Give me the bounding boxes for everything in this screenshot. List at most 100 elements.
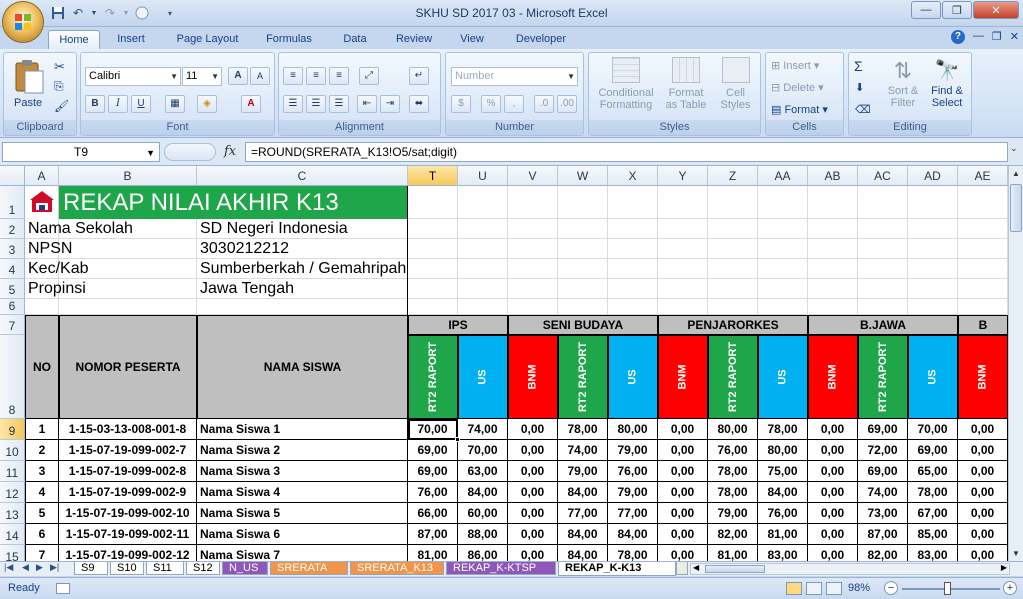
column-header[interactable]: AC — [858, 166, 908, 186]
tab-formulas[interactable]: Formulas — [256, 30, 322, 49]
name-box[interactable]: T9 ▼ — [2, 142, 160, 162]
insert-sheet-icon[interactable] — [676, 562, 688, 575]
score-cell[interactable]: 0,00 — [958, 524, 1008, 545]
sheet-tab[interactable]: S10 — [110, 562, 144, 575]
row-header[interactable]: 13 — [0, 503, 25, 524]
score-cell[interactable]: 0,00 — [508, 503, 558, 524]
score-cell[interactable]: 74,00 — [458, 419, 508, 440]
fill-handle[interactable] — [455, 437, 460, 442]
normal-view-icon[interactable] — [786, 582, 802, 595]
format-as-table-button[interactable]: Format as Table — [661, 57, 711, 117]
align-right-icon[interactable]: ☰ — [329, 95, 349, 113]
sheet-nav-last-icon[interactable]: ▶| — [50, 562, 59, 573]
row-header[interactable]: 5 — [0, 279, 25, 299]
row-header[interactable]: 3 — [0, 239, 25, 259]
ribbon-close-icon[interactable]: ✕ — [1010, 30, 1019, 44]
sheet-tab[interactable]: S12 — [186, 562, 220, 575]
row-header[interactable]: 10 — [0, 440, 25, 461]
font-size-combo[interactable]: 11 ▼ — [182, 67, 222, 86]
score-cell[interactable]: 0,00 — [508, 440, 558, 461]
score-cell[interactable]: 82,00 — [708, 524, 758, 545]
grow-font-button[interactable]: A — [228, 67, 248, 85]
score-cell[interactable]: 0,00 — [808, 503, 858, 524]
score-cell[interactable]: 78,00 — [558, 419, 608, 440]
score-cell[interactable]: 86,00 — [458, 545, 508, 561]
align-top-icon[interactable]: ≡ — [283, 67, 303, 85]
zoom-level[interactable]: 98% — [848, 582, 870, 594]
autosum-icon[interactable]: Σ — [854, 58, 863, 74]
score-cell[interactable]: 79,00 — [608, 440, 658, 461]
column-header[interactable]: X — [608, 166, 658, 186]
orientation-icon[interactable]: ⤢ — [359, 67, 379, 85]
sheet-nav-next-icon[interactable]: ▶ — [36, 562, 43, 573]
score-cell[interactable]: 0,00 — [658, 545, 708, 561]
sheet-nav-first-icon[interactable]: |◀ — [4, 562, 13, 573]
score-cell[interactable]: 83,00 — [908, 545, 958, 561]
score-cell[interactable]: 67,00 — [908, 503, 958, 524]
row-header[interactable]: 1 — [0, 186, 25, 219]
scroll-right-icon[interactable]: ▶ — [1001, 563, 1007, 572]
row-header[interactable]: 12 — [0, 482, 25, 503]
align-bottom-icon[interactable]: ≡ — [329, 67, 349, 85]
score-cell[interactable]: 84,00 — [558, 524, 608, 545]
column-header[interactable]: W — [558, 166, 608, 186]
score-cell[interactable]: 80,00 — [758, 440, 808, 461]
number-format-combo[interactable]: Number ▼ — [451, 67, 578, 86]
score-cell[interactable]: 73,00 — [858, 503, 908, 524]
score-cell[interactable]: 0,00 — [658, 503, 708, 524]
score-cell[interactable]: 60,00 — [458, 503, 508, 524]
cut-icon[interactable]: ✂ — [54, 59, 65, 75]
column-header[interactable]: Z — [708, 166, 758, 186]
score-cell[interactable]: 70,00 — [908, 419, 958, 440]
column-header[interactable]: AD — [908, 166, 958, 186]
score-cell[interactable]: 0,00 — [508, 419, 558, 440]
score-cell[interactable]: 72,00 — [858, 440, 908, 461]
score-cell[interactable]: 76,00 — [758, 503, 808, 524]
sheet-tab[interactable]: SRERATA_K13 — [350, 562, 444, 575]
score-cell[interactable]: 0,00 — [808, 419, 858, 440]
hscroll-thumb[interactable] — [705, 565, 765, 573]
active-cell-border[interactable] — [408, 419, 458, 440]
score-cell[interactable]: 0,00 — [508, 482, 558, 503]
tab-data[interactable]: Data — [330, 30, 380, 49]
score-cell[interactable]: 0,00 — [808, 461, 858, 482]
column-header[interactable]: A — [25, 166, 59, 186]
row-header[interactable]: 4 — [0, 259, 25, 279]
sheet-nav-prev-icon[interactable]: ◀ — [22, 562, 29, 573]
score-cell[interactable]: 74,00 — [858, 482, 908, 503]
row-header[interactable]: 8 — [0, 335, 25, 419]
font-name-combo[interactable]: Calibri ▼ — [85, 67, 181, 86]
italic-button[interactable]: I — [108, 95, 128, 113]
score-cell[interactable]: 74,00 — [558, 440, 608, 461]
score-cell[interactable]: 0,00 — [658, 419, 708, 440]
score-cell[interactable]: 0,00 — [958, 482, 1008, 503]
scroll-thumb[interactable] — [1010, 184, 1022, 232]
score-cell[interactable]: 81,00 — [758, 524, 808, 545]
score-cell[interactable]: 84,00 — [558, 545, 608, 561]
tab-page-layout[interactable]: Page Layout — [165, 30, 250, 49]
insert-function-button[interactable]: fx — [224, 144, 236, 159]
score-cell[interactable]: 0,00 — [958, 545, 1008, 561]
score-cell[interactable]: 78,00 — [708, 461, 758, 482]
delete-cells-button[interactable]: ⊟ Delete ▾ — [771, 81, 824, 94]
score-cell[interactable]: 82,00 — [858, 545, 908, 561]
score-cell[interactable]: 75,00 — [758, 461, 808, 482]
score-cell[interactable]: 76,00 — [408, 482, 458, 503]
paste-button[interactable]: Paste — [9, 57, 49, 115]
decrease-decimal-icon[interactable]: .00 — [557, 95, 577, 113]
worksheet-grid[interactable]: REKAP NILAI AKHIR K13 Nama Sekolah SD Nege… — [0, 166, 1008, 561]
score-cell[interactable]: 76,00 — [708, 440, 758, 461]
tab-home[interactable]: Home — [48, 30, 100, 49]
column-header[interactable]: U — [458, 166, 508, 186]
score-cell[interactable]: 0,00 — [808, 482, 858, 503]
copy-icon[interactable]: ⎘ — [54, 79, 64, 94]
score-cell[interactable]: 0,00 — [508, 461, 558, 482]
zoom-slider-thumb[interactable] — [944, 582, 951, 595]
format-painter-icon[interactable]: 🖌 — [54, 99, 69, 113]
scroll-left-icon[interactable]: ◀ — [693, 563, 699, 572]
align-middle-icon[interactable]: ≡ — [306, 67, 326, 85]
score-cell[interactable]: 87,00 — [858, 524, 908, 545]
score-cell[interactable]: 79,00 — [608, 482, 658, 503]
restore-button[interactable]: ❐ — [942, 1, 972, 19]
help-icon[interactable]: ? — [950, 30, 965, 44]
